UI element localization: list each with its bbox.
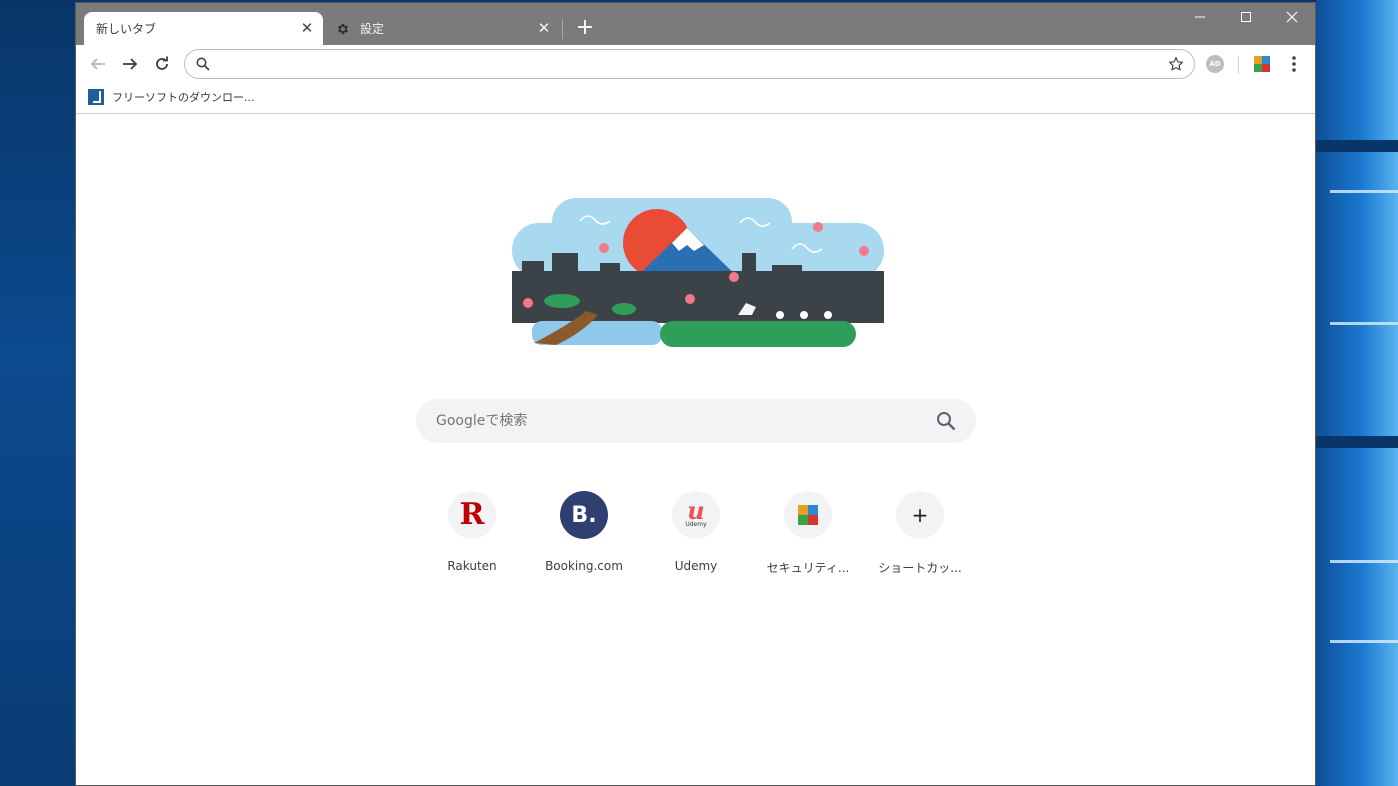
maximize-button[interactable] xyxy=(1223,5,1269,35)
forward-button[interactable] xyxy=(116,50,144,78)
close-icon[interactable]: ✕ xyxy=(299,20,315,36)
minimize-button[interactable] xyxy=(1177,5,1223,35)
back-button[interactable] xyxy=(84,50,112,78)
search-icon xyxy=(196,57,210,71)
close-window-button[interactable] xyxy=(1269,5,1315,35)
avg-logo xyxy=(798,505,818,525)
minimize-icon xyxy=(1195,16,1205,18)
avg-security-icon xyxy=(784,491,832,539)
close-icon xyxy=(1286,11,1298,23)
tab-separator xyxy=(562,19,563,39)
browser-window: 新しいタブ ✕ 設定 ✕ + AD フリーソフトのダウンロー... Google… xyxy=(75,2,1316,786)
avg-extension-button[interactable] xyxy=(1253,55,1271,73)
avg-icon xyxy=(1254,56,1270,72)
bookmark-label: フリーソフトのダウンロー... xyxy=(112,91,255,104)
booking-icon: B. xyxy=(560,491,608,539)
shortcut-label: Udemy xyxy=(674,559,718,573)
google-doodle[interactable] xyxy=(512,193,884,348)
udemy-icon: u Udemy xyxy=(672,491,720,539)
address-input[interactable] xyxy=(221,53,1161,75)
udemy-logo-text: Udemy xyxy=(685,521,707,528)
shortcut-tile-rakuten[interactable]: R Rakuten xyxy=(416,489,528,581)
shortcut-label: ショートカッ... xyxy=(878,561,962,575)
toolbar: AD xyxy=(76,45,1315,83)
add-shortcut-icon: + xyxy=(896,491,944,539)
udemy-logo-glyph: u xyxy=(687,496,705,525)
reload-button[interactable] xyxy=(148,50,176,78)
site-favicon-icon xyxy=(88,89,104,105)
tab-new-tab[interactable]: 新しいタブ ✕ xyxy=(84,12,323,45)
shortcut-tile-booking[interactable]: B. Booking.com xyxy=(528,489,640,581)
wallpaper-band xyxy=(1316,140,1398,152)
rakuten-icon: R xyxy=(448,491,496,539)
more-vert-icon xyxy=(1292,56,1296,72)
back-arrow-icon xyxy=(90,58,105,70)
title-bar: 新しいタブ ✕ 設定 ✕ + xyxy=(76,3,1315,45)
bookmark-star-icon[interactable] xyxy=(1168,56,1184,72)
plus-glyph: + xyxy=(911,503,929,527)
bookmarks-bar: フリーソフトのダウンロー... xyxy=(76,83,1315,114)
rakuten-logo-glyph: R xyxy=(459,497,485,532)
shortcut-label: Booking.com xyxy=(545,559,623,573)
reload-icon xyxy=(156,56,168,70)
bookmark-item[interactable]: フリーソフトのダウンロー... xyxy=(88,87,255,107)
shortcut-tile-add[interactable]: + ショートカッ... xyxy=(864,489,976,581)
booking-logo-glyph: B. xyxy=(571,502,597,528)
shortcut-tile-udemy[interactable]: u Udemy Udemy xyxy=(640,489,752,581)
adblock-label: AD xyxy=(1209,60,1221,68)
address-bar[interactable] xyxy=(184,49,1195,79)
google-search-box[interactable] xyxy=(416,399,976,443)
menu-button[interactable] xyxy=(1283,52,1305,76)
shortcut-tile-security[interactable]: セキュリティ... xyxy=(752,489,864,581)
gear-icon xyxy=(337,23,349,34)
shortcut-label: Rakuten xyxy=(447,559,497,573)
tab-label: 設定 xyxy=(360,22,385,36)
desktop-wallpaper-light xyxy=(1316,0,1398,786)
adblock-extension-button[interactable]: AD xyxy=(1206,55,1224,73)
wallpaper-streak xyxy=(1330,640,1398,643)
toolbar-separator xyxy=(1238,56,1239,74)
wallpaper-streak xyxy=(1330,560,1398,563)
forward-arrow-icon xyxy=(123,58,138,70)
wallpaper-streak xyxy=(1330,322,1398,325)
new-tab-button[interactable]: + xyxy=(573,17,597,41)
close-icon[interactable]: ✕ xyxy=(536,20,552,36)
shortcut-label: セキュリティ... xyxy=(766,561,850,575)
wallpaper-streak xyxy=(1330,190,1398,193)
search-icon xyxy=(937,412,956,431)
wallpaper-band xyxy=(1316,436,1398,448)
tab-settings[interactable]: 設定 ✕ xyxy=(328,12,560,45)
search-button[interactable] xyxy=(936,411,956,431)
search-input[interactable] xyxy=(436,409,916,433)
tab-label: 新しいタブ xyxy=(96,22,157,36)
maximize-icon xyxy=(1241,12,1251,22)
